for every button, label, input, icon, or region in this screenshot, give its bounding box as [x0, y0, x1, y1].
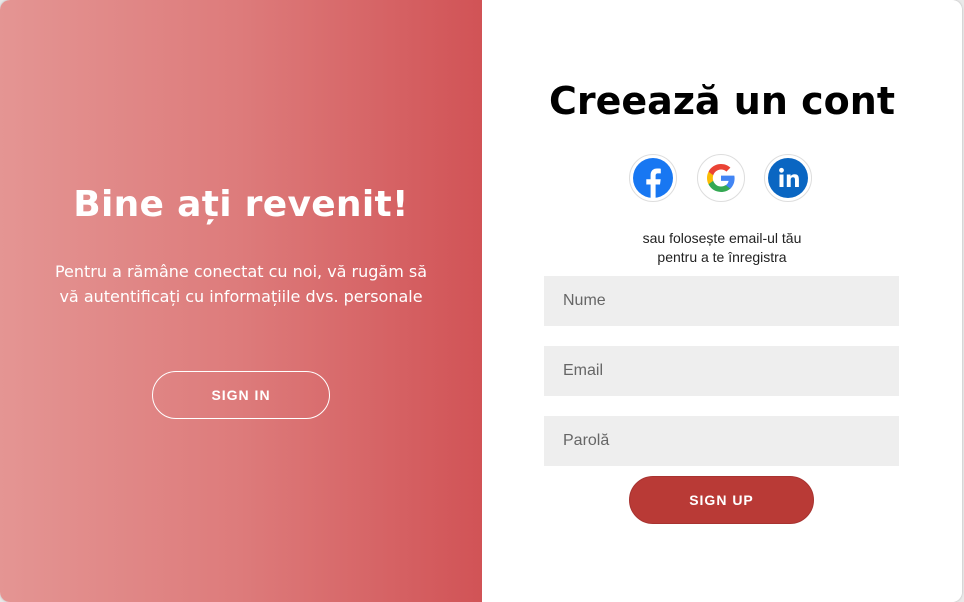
divider-line-2: pentru a te înregistra: [657, 249, 787, 265]
email-field[interactable]: [544, 346, 899, 396]
sign-in-button[interactable]: SIGN IN: [152, 371, 330, 419]
welcome-text: Pentru a rămâne conectat cu noi, vă rugă…: [54, 262, 428, 306]
google-button[interactable]: [697, 154, 745, 202]
password-field[interactable]: [544, 416, 899, 466]
linkedin-button[interactable]: [764, 154, 812, 202]
signup-title: Creează un cont: [549, 79, 895, 123]
signup-divider-text: sau folosește email-ul tău pentru a te î…: [482, 229, 962, 267]
linkedin-icon: [768, 158, 808, 198]
name-field[interactable]: [544, 276, 899, 326]
auth-card: Bine ați revenit! Pentru a rămâne conect…: [0, 0, 962, 602]
facebook-button[interactable]: [629, 154, 677, 202]
facebook-icon: [633, 158, 673, 198]
google-icon: [707, 164, 735, 192]
sign-up-button[interactable]: SIGN UP: [629, 476, 814, 524]
welcome-title: Bine ați revenit!: [73, 184, 409, 225]
divider-line-1: sau folosește email-ul tău: [642, 230, 802, 246]
welcome-panel: Bine ați revenit! Pentru a rămâne conect…: [0, 0, 482, 602]
signup-panel: Creează un cont sau folosește email-ul t…: [482, 0, 962, 602]
